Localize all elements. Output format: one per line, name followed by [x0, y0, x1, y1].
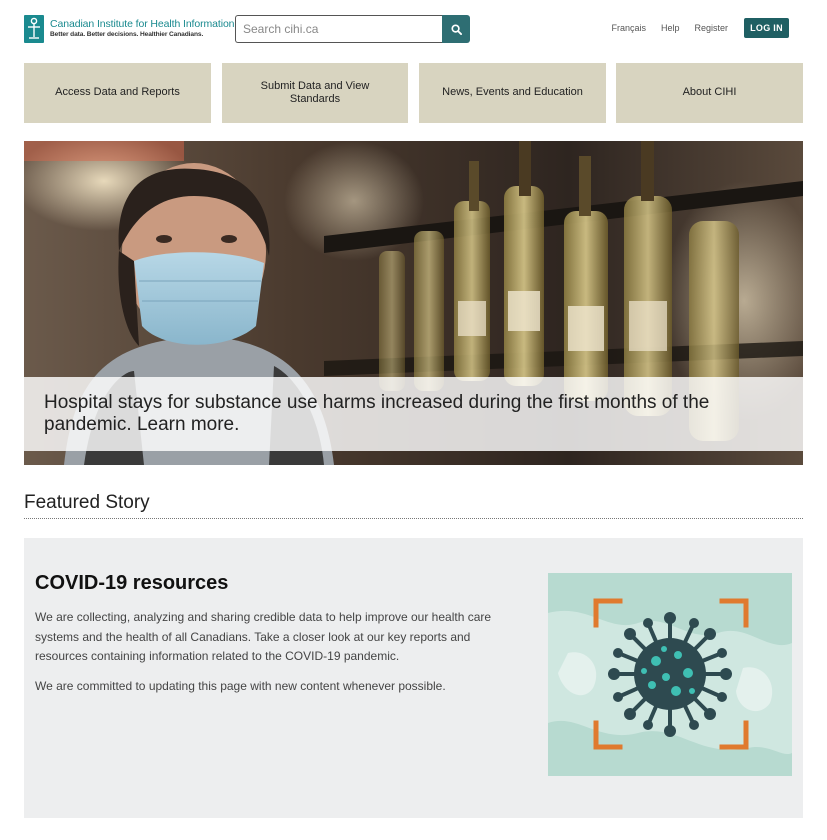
card-paragraph-1: We are collecting, analyzing and sharing… [35, 610, 492, 663]
nav-submit-data[interactable]: Submit Data and View Standards [222, 63, 408, 123]
search-button[interactable] [442, 15, 470, 43]
language-link[interactable]: Français [611, 23, 646, 33]
logo-name: Canadian Institute for Health Informatio… [50, 18, 235, 31]
site-header: Canadian Institute for Health Informatio… [0, 0, 827, 56]
register-link[interactable]: Register [694, 23, 728, 33]
logo-mark-icon [24, 15, 44, 43]
nav-about[interactable]: About CIHI [616, 63, 803, 123]
nav-news-events[interactable]: News, Events and Education [419, 63, 606, 123]
cihi-logo[interactable]: Canadian Institute for Health Informatio… [24, 15, 235, 43]
help-link[interactable]: Help [661, 23, 680, 33]
featured-heading: Featured Story [24, 492, 150, 513]
hero-banner[interactable]: Hospital stays for substance use harms i… [24, 141, 803, 465]
covid-image[interactable] [548, 573, 792, 776]
featured-card: COVID-19 resources We are collecting, an… [24, 538, 803, 818]
nav-access-data[interactable]: Access Data and Reports [24, 63, 211, 123]
search-icon [450, 23, 462, 35]
login-button[interactable]: LOG IN [744, 18, 789, 38]
hero-caption[interactable]: Hospital stays for substance use harms i… [24, 377, 803, 451]
search-form [235, 15, 470, 43]
utility-nav: Français Help Register LOG IN [596, 18, 789, 38]
main-nav: Access Data and Reports Submit Data and … [24, 63, 803, 123]
virus-icon [548, 573, 792, 776]
featured-divider [24, 518, 803, 519]
search-input[interactable] [235, 15, 442, 43]
card-paragraph-2: We are committed to updating this page w… [35, 679, 446, 693]
logo-tagline: Better data. Better decisions. Healthier… [50, 31, 204, 39]
card-title[interactable]: COVID-19 resources [35, 572, 228, 595]
hero-caption-text: Hospital stays for substance use harms i… [44, 392, 710, 435]
